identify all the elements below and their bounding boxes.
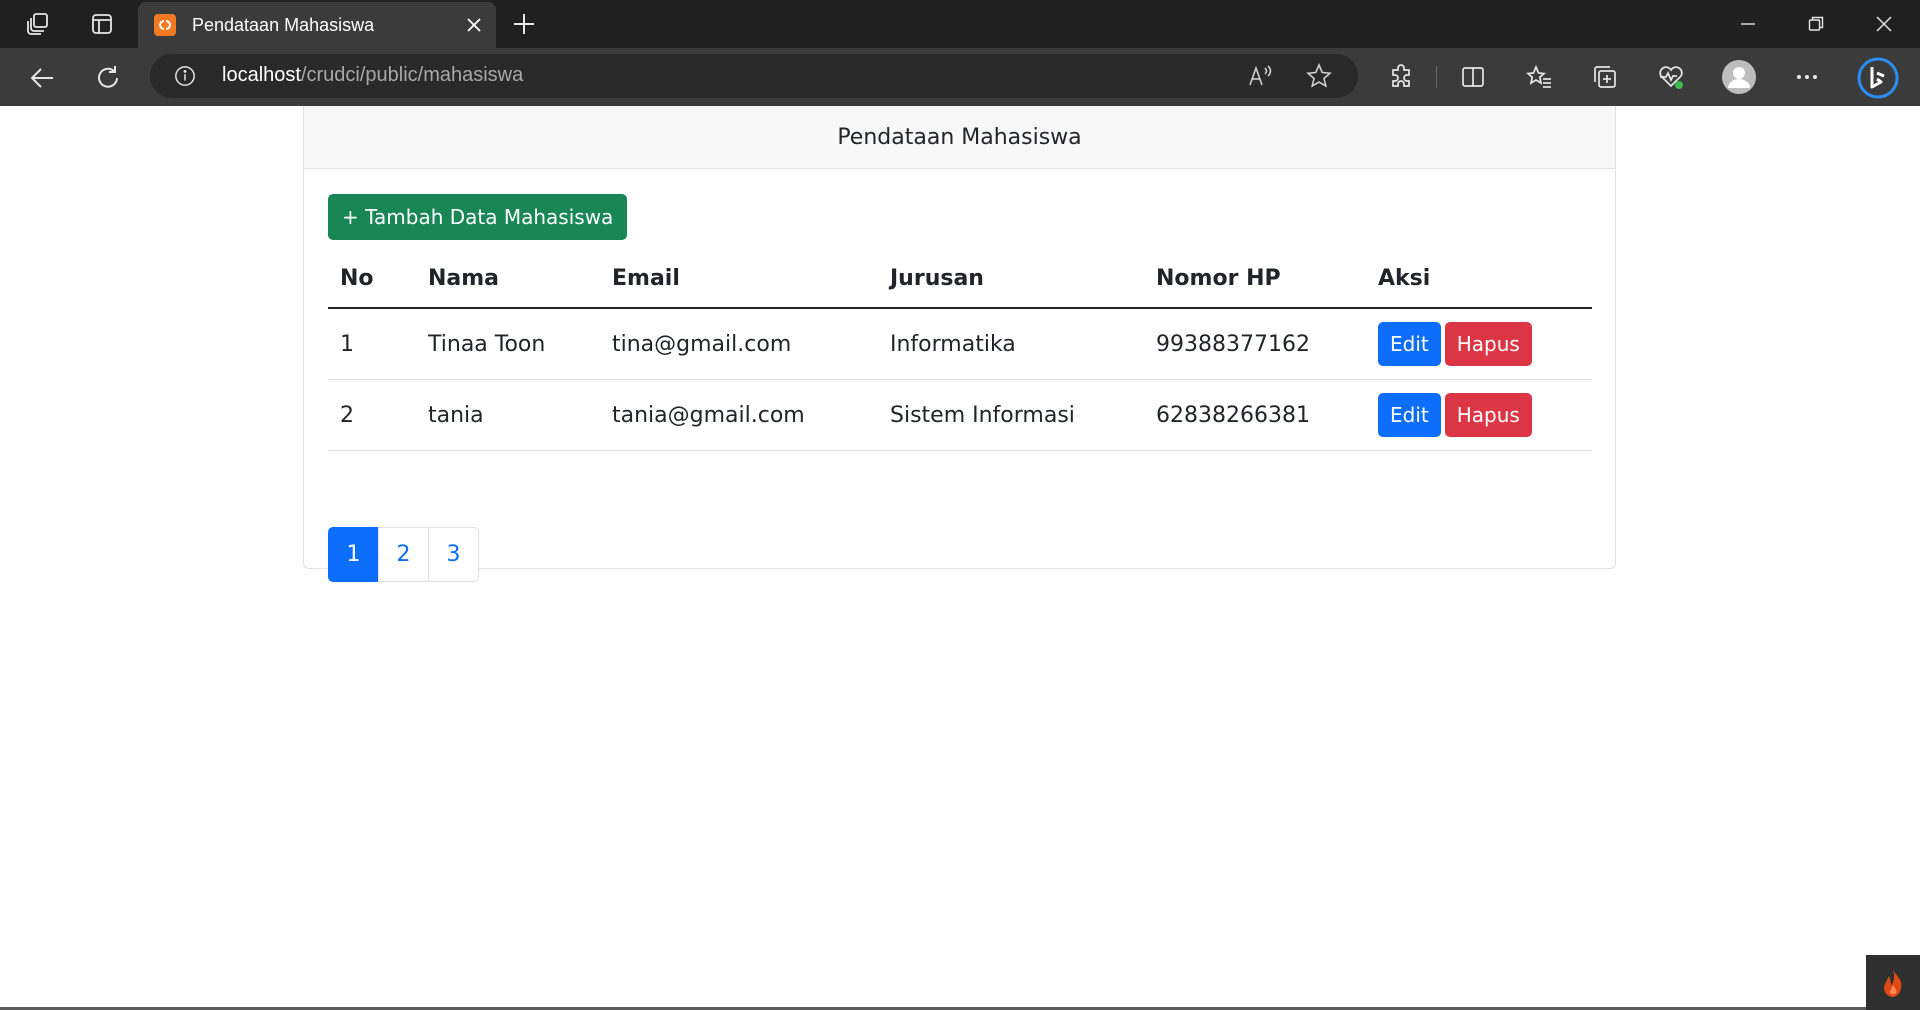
col-header-nomor-hp: Nomor HP (1144, 250, 1366, 309)
hapus-button[interactable]: Hapus (1444, 393, 1532, 437)
url-host: localhost (222, 64, 301, 86)
bing-copilot-icon[interactable] (1856, 56, 1900, 100)
back-icon[interactable] (24, 60, 60, 96)
cell-email: tania@gmail.com (600, 379, 878, 451)
extensions-icon[interactable] (1384, 60, 1418, 94)
hapus-button[interactable]: Hapus (1444, 322, 1532, 366)
edit-button[interactable]: Edit (1378, 393, 1441, 437)
page-link-2[interactable]: 2 (378, 527, 429, 582)
cell-nama: Tinaa Toon (416, 308, 600, 380)
favorite-star-icon[interactable] (1305, 62, 1333, 90)
card-title: Pendataan Mahasiswa (304, 106, 1615, 169)
new-tab-icon[interactable] (508, 8, 540, 40)
read-aloud-icon[interactable] (1246, 62, 1274, 90)
toolbar-divider (1436, 66, 1437, 88)
col-header-email: Email (600, 250, 878, 309)
table-row: 2 tania tania@gmail.com Sistem Informasi… (328, 379, 1592, 451)
collections-icon[interactable] (1588, 60, 1622, 94)
window-close-icon[interactable] (1862, 6, 1906, 42)
cell-jurusan: Sistem Informasi (878, 379, 1144, 451)
restore-icon[interactable] (1794, 6, 1838, 42)
tab-actions-icon[interactable] (86, 8, 118, 40)
split-screen-icon[interactable] (1456, 60, 1490, 94)
cell-aksi: Edit Hapus (1366, 308, 1592, 380)
workspaces-icon[interactable] (22, 8, 54, 40)
table-header-row: No Nama Email Jurusan Nomor HP Aksi (328, 250, 1592, 309)
profile-icon[interactable] (1722, 60, 1756, 94)
refresh-icon[interactable] (90, 60, 126, 96)
codeigniter-favicon-icon (154, 14, 176, 36)
col-header-nama: Nama (416, 250, 600, 309)
pagination: 1 2 3 (328, 527, 479, 582)
address-bar[interactable]: localhost/crudci/public/mahasiswa (150, 54, 1358, 98)
page-link-1[interactable]: 1 (328, 527, 379, 582)
cell-no: 2 (328, 379, 416, 451)
mahasiswa-table: No Nama Email Jurusan Nomor HP Aksi 1 Ti… (328, 250, 1592, 451)
minimize-icon[interactable] (1726, 6, 1770, 42)
url-path: /crudci/public/mahasiswa (300, 64, 524, 86)
cell-aksi: Edit Hapus (1366, 379, 1592, 451)
favorites-icon[interactable] (1522, 60, 1556, 94)
page-link-3[interactable]: 3 (428, 527, 479, 582)
edit-button[interactable]: Edit (1378, 322, 1441, 366)
cell-nama: tania (416, 379, 600, 451)
col-header-jurusan: Jurusan (878, 250, 1144, 309)
tab-active[interactable]: Pendataan Mahasiswa (138, 2, 496, 48)
cell-jurusan: Informatika (878, 308, 1144, 380)
cell-nomor-hp: 62838266381 (1144, 379, 1366, 451)
col-header-no: No (328, 250, 416, 309)
url-text[interactable]: localhost/crudci/public/mahasiswa (222, 64, 523, 87)
more-icon[interactable] (1790, 60, 1824, 94)
cell-nomor-hp: 99388377162 (1144, 308, 1366, 380)
close-icon[interactable] (462, 13, 486, 37)
col-header-aksi: Aksi (1366, 250, 1592, 309)
mahasiswa-card: Pendataan Mahasiswa + Tambah Data Mahasi… (303, 106, 1616, 582)
codeigniter-debug-toolbar-icon[interactable] (1866, 955, 1920, 1010)
tab-title: Pendataan Mahasiswa (192, 14, 375, 35)
cell-email: tina@gmail.com (600, 308, 878, 380)
info-icon[interactable] (174, 65, 196, 87)
browser-essentials-icon[interactable] (1654, 60, 1688, 94)
add-mahasiswa-button[interactable]: + Tambah Data Mahasiswa (328, 194, 628, 240)
cell-no: 1 (328, 308, 416, 380)
browser-toolbar: localhost/crudci/public/mahasiswa (0, 48, 1920, 106)
table-row: 1 Tinaa Toon tina@gmail.com Informatika … (328, 308, 1592, 380)
browser-titlebar: Pendataan Mahasiswa (0, 0, 1920, 48)
